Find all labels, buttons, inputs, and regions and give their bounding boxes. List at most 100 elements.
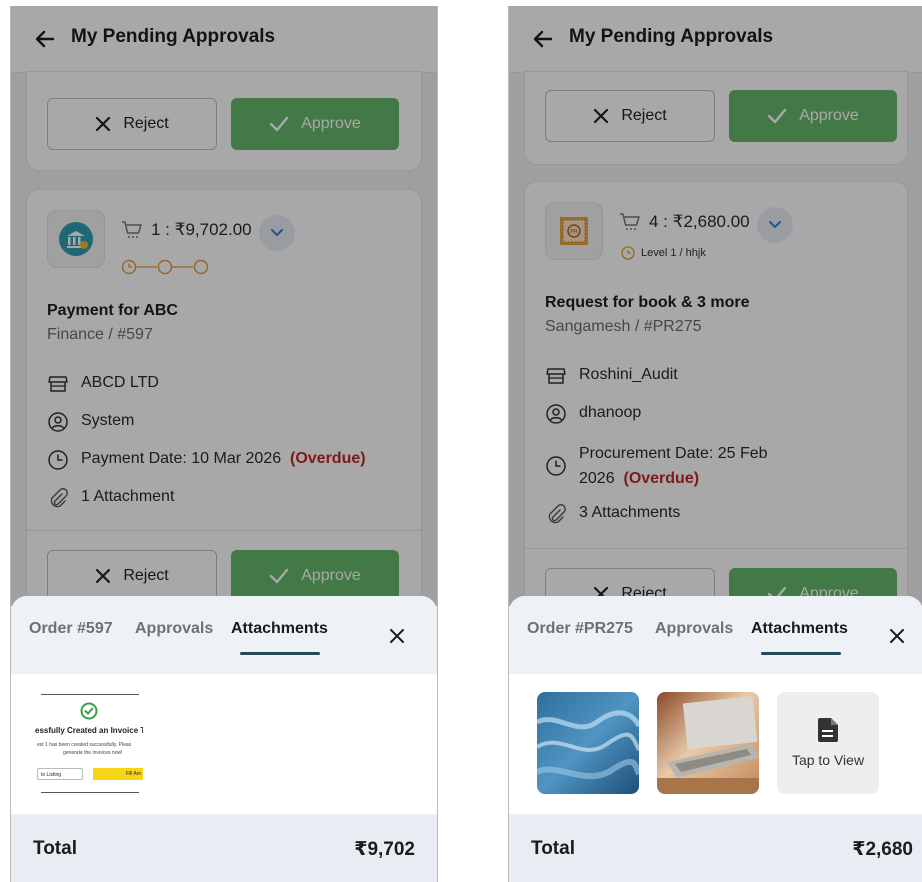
approve-label: Approve <box>799 107 859 124</box>
attachments-row[interactable]: 1 Attachment <box>47 488 174 509</box>
right-phone-screen: My Pending Approvals Reject Approve PR 4… <box>508 6 922 882</box>
expand-button[interactable] <box>259 215 295 251</box>
approve-button[interactable]: Approve <box>231 550 399 602</box>
attachment-thumbnail-laptop[interactable] <box>657 692 759 794</box>
vendor-name: Roshini_Audit <box>579 366 678 383</box>
approval-card[interactable]: PR 4 : ₹2,680.00 Level 1 / hhjk Request … <box>525 182 907 622</box>
approval-card[interactable]: 1 : ₹9,702.00 Payment for ABC Finance / … <box>27 190 421 630</box>
card-title: Request for book & 3 more <box>545 294 750 311</box>
approve-label: Approve <box>301 567 361 584</box>
check-icon <box>270 116 289 132</box>
approval-level-progress <box>121 259 209 275</box>
clock-icon <box>546 455 566 476</box>
reject-button[interactable]: Reject <box>545 90 715 142</box>
cart-summary: 4 : ₹2,680.00 <box>619 212 750 232</box>
tap-to-view-attachment[interactable]: Tap to View <box>777 692 879 794</box>
attachments-bottom-sheet: Order #PR275 Approvals Attachments Tap t… <box>509 596 922 882</box>
chevron-down-icon <box>769 221 781 229</box>
attachment-thumbnail[interactable]: essfully Created an Invoice Ten est 1 ha… <box>31 692 143 798</box>
reject-button[interactable]: Reject <box>47 98 217 150</box>
user-row: System <box>47 412 134 433</box>
store-icon <box>48 376 68 392</box>
approve-button[interactable]: Approve <box>231 98 399 150</box>
chevron-down-icon <box>271 229 283 237</box>
close-icon <box>96 568 111 584</box>
close-icon[interactable] <box>387 626 407 646</box>
user-name: dhanoop <box>579 404 642 421</box>
attachments-row[interactable]: 3 Attachments <box>545 504 680 525</box>
tab-order[interactable]: Order #597 <box>29 620 113 638</box>
expand-button[interactable] <box>757 207 793 243</box>
card-divider <box>525 548 907 549</box>
attachments-count: 1 Attachment <box>81 488 175 505</box>
approval-level: Level 1 / hhjk <box>621 246 706 260</box>
payment-date: Payment Date: 10 Mar 2026 <box>81 450 282 467</box>
close-icon <box>96 116 111 132</box>
approve-button[interactable]: Approve <box>729 90 897 142</box>
reject-label: Reject <box>621 107 667 124</box>
vendor-name: ABCD LTD <box>81 374 159 391</box>
left-phone-screen: My Pending Approvals Reject Approve 1 : … <box>10 6 438 882</box>
check-icon <box>270 568 289 584</box>
thumb-line-1: est 1 has been created successfully. Ple… <box>37 742 132 748</box>
cart-summary: 1 : ₹9,702.00 <box>121 220 252 240</box>
clock-icon <box>621 246 635 260</box>
app-bar: My Pending Approvals <box>509 6 922 73</box>
total-amount: ₹2,680 <box>852 839 913 860</box>
card-divider <box>27 530 421 531</box>
tab-approvals[interactable]: Approvals <box>135 620 213 638</box>
total-bar: Total ₹9,702 <box>11 814 437 882</box>
thumb-heading: essfully Created an Invoice Ten <box>35 726 143 735</box>
tab-attachments[interactable]: Attachments <box>751 620 848 638</box>
tab-attachments[interactable]: Attachments <box>231 620 328 638</box>
tap-to-view-label: Tap to View <box>791 752 865 768</box>
ocean-photo-icon <box>537 692 639 794</box>
svg-text:PR: PR <box>570 229 578 236</box>
sheet-tabs: Order #597 Approvals Attachments <box>11 596 437 674</box>
active-tab-indicator <box>240 652 320 655</box>
user-icon <box>48 412 68 432</box>
laptop-photo-icon <box>657 692 759 794</box>
success-check-icon <box>80 702 98 720</box>
vendor-row: ABCD LTD <box>47 374 159 395</box>
card-subtitle: Finance / #597 <box>47 326 153 343</box>
date-row: Payment Date: 10 Mar 2026 (Overdue) <box>47 450 366 471</box>
thumb-listing-button: to Listing <box>37 768 83 780</box>
document-stamp-icon: PR <box>545 202 603 260</box>
cart-icon <box>122 221 142 238</box>
date-row: Procurement Date: 25 Feb 2026 (Overdue) <box>545 441 768 491</box>
bank-icon <box>47 210 105 268</box>
vendor-row: Roshini_Audit <box>545 366 678 387</box>
reject-button[interactable]: Reject <box>47 550 217 602</box>
total-bar: Total ₹2,680 <box>509 814 922 882</box>
user-row: dhanoop <box>545 404 641 425</box>
user-name: System <box>81 412 135 429</box>
procurement-date-line-1: Procurement Date: 25 Feb <box>579 445 768 462</box>
tab-order[interactable]: Order #PR275 <box>527 620 633 638</box>
active-tab-indicator <box>761 652 841 655</box>
close-icon <box>594 108 609 124</box>
tab-approvals[interactable]: Approvals <box>655 620 733 638</box>
card-title: Payment for ABC <box>47 302 178 319</box>
back-arrow-icon[interactable] <box>531 27 555 51</box>
card-subtitle: Sangamesh / #PR275 <box>545 318 702 335</box>
approve-label: Approve <box>301 115 361 132</box>
close-icon[interactable] <box>887 626 907 646</box>
thumb-line-2: generate the invoices now! <box>63 750 123 756</box>
thumb-fill-button: Fill Am <box>93 768 143 780</box>
page-title: My Pending Approvals <box>71 26 276 47</box>
reject-label: Reject <box>123 567 169 584</box>
cart-amount: 1 : ₹9,702.00 <box>151 220 252 239</box>
reject-label: Reject <box>123 115 169 132</box>
level-label: Level 1 / hhjk <box>641 247 706 259</box>
cart-amount: 4 : ₹2,680.00 <box>649 212 750 231</box>
document-icon <box>818 718 838 742</box>
attachment-thumbnail-ocean[interactable] <box>537 692 639 794</box>
total-label: Total <box>531 838 575 859</box>
back-arrow-icon[interactable] <box>33 27 57 51</box>
paperclip-icon <box>50 488 68 508</box>
previous-approval-card: Reject Approve <box>27 72 421 170</box>
total-amount: ₹9,702 <box>354 839 415 860</box>
total-label: Total <box>33 838 77 859</box>
check-icon <box>768 108 787 124</box>
